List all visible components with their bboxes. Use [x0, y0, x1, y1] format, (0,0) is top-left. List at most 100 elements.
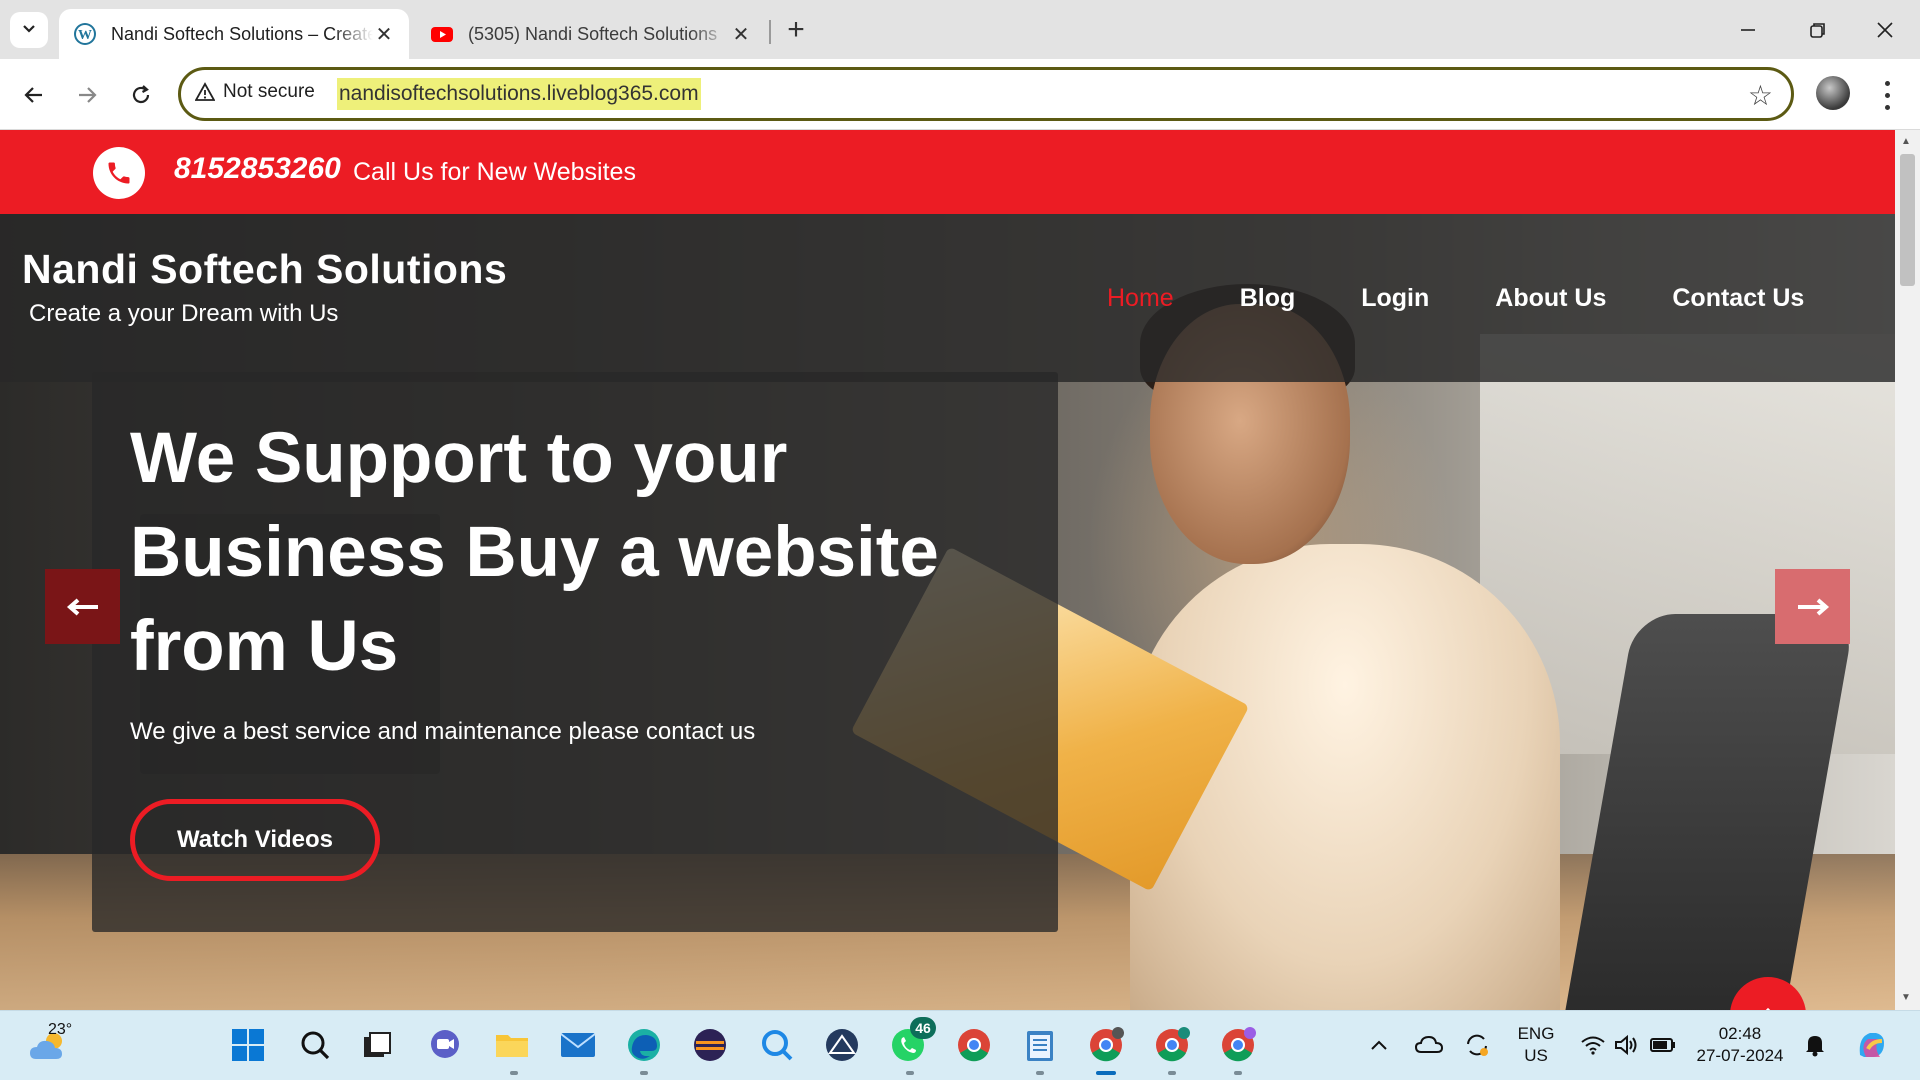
clock[interactable]: 02:48 27-07-2024 — [1692, 1023, 1788, 1067]
sync-icon — [1467, 1034, 1488, 1056]
warning-icon — [195, 82, 215, 101]
page-scrollbar[interactable]: ▲ ▼ — [1895, 130, 1920, 1010]
arrow-right-icon — [1797, 597, 1829, 616]
chrome-icon — [1090, 1027, 1124, 1062]
arrow-left-icon — [66, 597, 98, 616]
teams-chat-button[interactable] — [425, 1025, 465, 1065]
tab-title: Nandi Softech Solutions – Create a your … — [111, 23, 373, 44]
search-app-icon — [762, 1030, 793, 1061]
tab-nandi-softech[interactable]: W Nandi Softech Solutions – Create a you… — [59, 9, 409, 59]
edge-button[interactable] — [624, 1025, 664, 1065]
reload-button[interactable] — [121, 75, 161, 115]
search-icon — [301, 1031, 330, 1060]
site-tagline: Create a your Dream with Us — [29, 300, 339, 327]
input-language[interactable]: ENG US — [1510, 1023, 1562, 1067]
running-indicator — [510, 1071, 518, 1075]
volume-button[interactable] — [1612, 1025, 1642, 1065]
tab-youtube[interactable]: (5305) Nandi Softech Solutions ✕ — [416, 9, 766, 59]
clock-time: 02:48 — [1718, 1024, 1762, 1043]
browser-tab-bar: W Nandi Softech Solutions – Create a you… — [0, 0, 1920, 59]
new-tab-button[interactable]: + — [778, 12, 814, 48]
profile-avatar[interactable] — [1816, 76, 1850, 110]
notepad-button[interactable] — [1020, 1025, 1060, 1065]
slide-caption-box: We Support to your Business Buy a websit… — [92, 372, 1058, 932]
eclipse-icon — [694, 1029, 726, 1061]
notepad-icon — [1027, 1031, 1053, 1061]
scrollbar-thumb[interactable] — [1900, 154, 1915, 286]
chrome-button[interactable] — [954, 1025, 994, 1065]
bookmark-star-icon[interactable]: ☆ — [1748, 79, 1773, 112]
youtube-icon — [430, 22, 454, 46]
slider-next-button[interactable] — [1775, 569, 1850, 644]
notifications-button[interactable] — [1800, 1025, 1830, 1065]
folder-icon — [496, 1035, 528, 1057]
running-indicator — [640, 1071, 648, 1075]
chrome-profile-2-button[interactable] — [1152, 1025, 1192, 1065]
chrome-icon — [1222, 1027, 1256, 1062]
nav-item-blog[interactable]: Blog — [1240, 284, 1296, 313]
chevron-up-icon — [1371, 1040, 1387, 1050]
close-window-button[interactable] — [1850, 0, 1920, 59]
region-code: US — [1524, 1046, 1548, 1065]
nav-item-contact-us[interactable]: Contact Us — [1672, 284, 1804, 313]
nav-item-login[interactable]: Login — [1361, 284, 1429, 313]
browser-menu-button[interactable] — [1872, 77, 1902, 113]
site-security-indicator[interactable]: Not secure — [195, 81, 315, 103]
bell-icon — [1806, 1036, 1824, 1057]
slide-heading: We Support to your Business Buy a websit… — [130, 419, 939, 686]
app-button-b[interactable] — [822, 1025, 862, 1065]
tab-title: (5305) Nandi Softech Solutions — [468, 23, 718, 44]
chrome-profile-3-button[interactable] — [1218, 1025, 1258, 1065]
running-indicator — [1234, 1071, 1242, 1075]
app-button-a[interactable] — [757, 1025, 797, 1065]
nav-item-home[interactable]: Home — [1107, 284, 1174, 313]
close-tab-icon[interactable]: ✕ — [730, 23, 752, 46]
address-bar[interactable]: Not secure nandisoftechsolutions.liveblo… — [178, 67, 1794, 121]
restore-button[interactable] — [1783, 0, 1853, 59]
search-button[interactable] — [295, 1025, 335, 1065]
close-tab-icon[interactable]: ✕ — [373, 23, 395, 46]
watch-videos-button[interactable]: Watch Videos — [130, 799, 380, 881]
running-indicator — [1036, 1071, 1044, 1075]
contact-top-bar: 8152853260 Call Us for New Websites — [0, 130, 1895, 214]
mail-icon — [560, 1033, 596, 1057]
wifi-icon — [1581, 1036, 1605, 1055]
eclipse-button[interactable] — [690, 1025, 730, 1065]
phone-icon[interactable] — [93, 147, 145, 199]
nav-item-about-us[interactable]: About Us — [1495, 284, 1606, 313]
back-button[interactable] — [14, 75, 54, 115]
forward-button[interactable] — [67, 75, 107, 115]
mail-button[interactable] — [558, 1025, 598, 1065]
copilot-button[interactable] — [1852, 1025, 1892, 1065]
minimize-button[interactable] — [1713, 0, 1783, 59]
tab-search-button[interactable] — [10, 12, 48, 48]
svg-text:W: W — [78, 28, 92, 43]
task-view-icon — [364, 1032, 391, 1057]
edge-icon — [628, 1029, 660, 1061]
url-text[interactable]: nandisoftechsolutions.liveblog365.com — [337, 78, 701, 110]
scroll-down-arrow-icon[interactable]: ▼ — [1901, 992, 1911, 1003]
battery-icon — [1650, 1038, 1675, 1052]
tab-separator — [769, 20, 771, 44]
cloud-icon — [1415, 1035, 1443, 1053]
hero-slider: Nandi Softech Solutions Create a your Dr… — [0, 214, 1895, 1010]
chrome-profile-1-button[interactable] — [1086, 1025, 1126, 1065]
slide-subtext: We give a best service and maintenance p… — [130, 718, 756, 745]
sync-button[interactable] — [1460, 1025, 1494, 1065]
wifi-button[interactable] — [1578, 1025, 1608, 1065]
slider-prev-button[interactable] — [45, 569, 120, 644]
scroll-up-arrow-icon[interactable]: ▲ — [1901, 136, 1911, 147]
start-button[interactable] — [228, 1025, 268, 1065]
onedrive-button[interactable] — [1412, 1025, 1446, 1065]
active-app-indicator — [1096, 1071, 1116, 1075]
running-indicator — [906, 1071, 914, 1075]
call-us-text: Call Us for New Websites — [353, 158, 636, 186]
phone-number[interactable]: 8152853260 — [174, 152, 341, 186]
show-hidden-icons-button[interactable] — [1364, 1025, 1394, 1065]
chevron-down-icon — [21, 20, 37, 41]
site-title[interactable]: Nandi Softech Solutions — [22, 246, 507, 293]
task-view-button[interactable] — [357, 1025, 397, 1065]
battery-button[interactable] — [1646, 1025, 1680, 1065]
file-explorer-button[interactable] — [492, 1025, 532, 1065]
language-code: ENG — [1517, 1024, 1555, 1043]
